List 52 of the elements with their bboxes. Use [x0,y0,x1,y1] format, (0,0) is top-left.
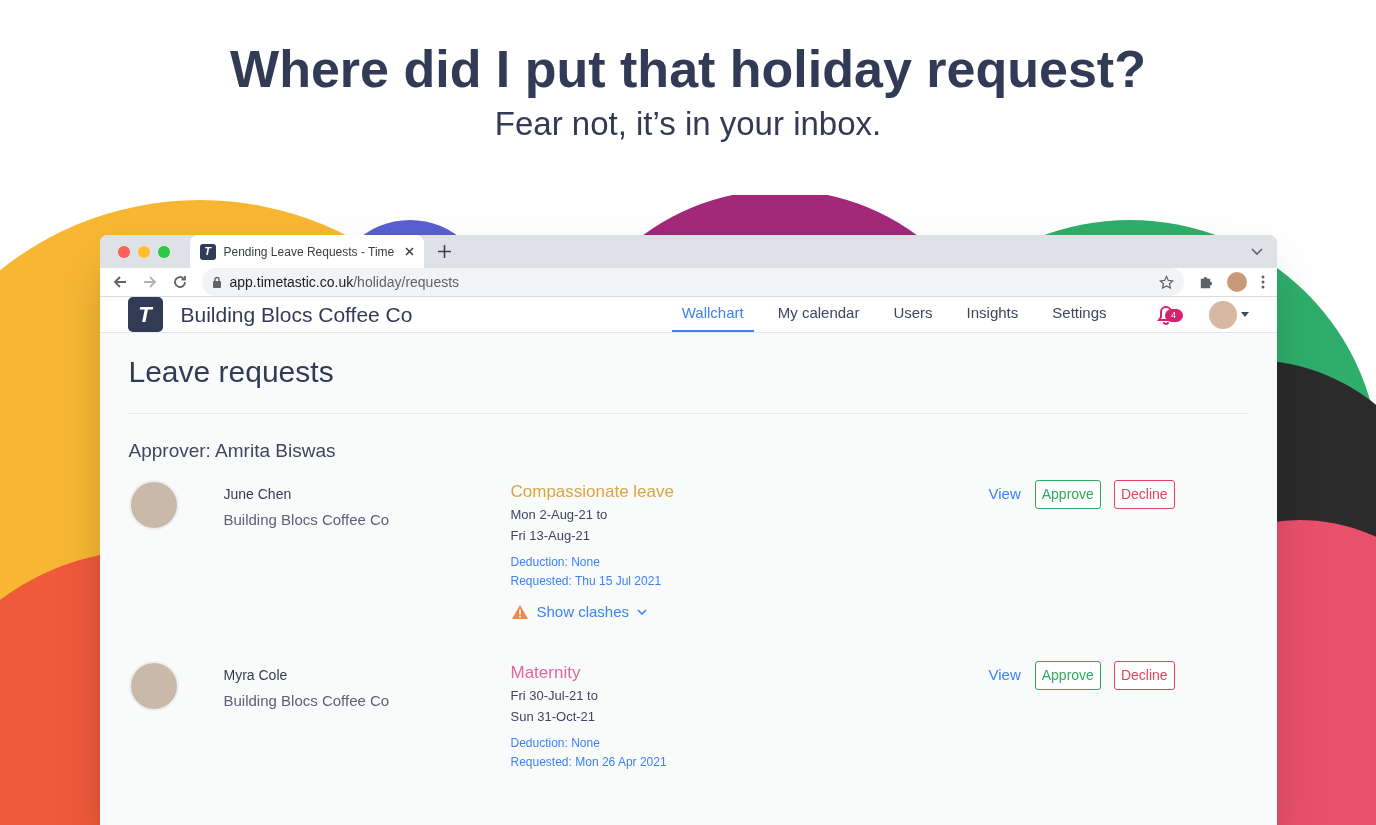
approve-button[interactable]: Approve [1034,661,1101,690]
approve-button[interactable]: Approve [1034,480,1101,509]
nav-tab[interactable]: Settings [1042,297,1117,332]
chevron-down-icon[interactable] [637,609,648,616]
new-tab-icon[interactable] [437,245,451,258]
profile-avatar[interactable] [1226,272,1247,292]
favicon-icon: T [199,243,216,260]
company-name: Building Blocs Coffee Co [180,301,413,328]
view-link[interactable]: View [987,483,1022,506]
subheadline: Fear not, it’s in your inbox. [494,104,882,144]
browser-tab[interactable]: T Pending Leave Requests - Time [189,235,424,268]
star-icon[interactable] [1158,274,1174,290]
chevron-down-icon[interactable] [1250,247,1263,256]
lock-icon [211,276,222,288]
page-title: Leave requests [128,354,335,390]
leave-type: Compassionate leave [510,481,675,503]
person-avatar [128,661,179,711]
show-clashes-link[interactable]: Show clashes [536,601,648,624]
nav-tab[interactable]: Wallchart [671,297,754,332]
employee-name: June Chen [223,485,293,504]
deduction-text: Deduction: None [510,554,601,571]
leave-dates: Sun 31-Oct-21 [510,708,597,726]
view-link[interactable]: View [987,664,1022,687]
app-logo: T [127,297,163,332]
deduction-text: Deduction: None [510,735,601,752]
approver-label: Approver: Amrita Biswas [128,439,337,463]
decline-button[interactable]: Decline [1113,661,1175,690]
employee-company: Building Blocs Coffee Co [223,691,391,711]
requested-date: Requested: Thu 15 Jul 2021 [510,573,663,590]
close-icon[interactable] [404,247,414,256]
leave-type: Maternity [510,662,582,684]
person-avatar [128,480,179,530]
tab-title: Pending Leave Requests - Time [223,243,396,261]
more-menu-icon[interactable] [1260,275,1265,289]
leave-dates: Fri 13-Aug-21 [510,527,591,545]
decline-button[interactable]: Decline [1113,480,1175,509]
back-arrow-icon[interactable] [111,274,128,290]
url-text: app.timetastic.co.uk/holiday/requests [229,272,460,292]
leave-dates: Fri 30-Jul-21 to [510,687,599,705]
notification-badge: 4 [1164,309,1183,322]
employee-name: Myra Cole [223,666,289,685]
warning-icon [510,604,529,621]
leave-dates: Mon 2-Aug-21 to [510,506,609,524]
nav-tab[interactable]: Users [883,297,943,332]
reload-icon[interactable] [171,274,188,290]
headline: Where did I put that holiday request? [230,39,1146,100]
nav-tab[interactable]: Insights [956,297,1029,332]
requested-date: Requested: Mon 26 Apr 2021 [510,754,668,771]
address-bar[interactable]: app.timetastic.co.uk/holiday/requests [201,268,1184,296]
employee-company: Building Blocs Coffee Co [223,510,391,530]
nav-tab[interactable]: My calendar [767,297,870,332]
caret-icon[interactable] [1240,312,1249,317]
